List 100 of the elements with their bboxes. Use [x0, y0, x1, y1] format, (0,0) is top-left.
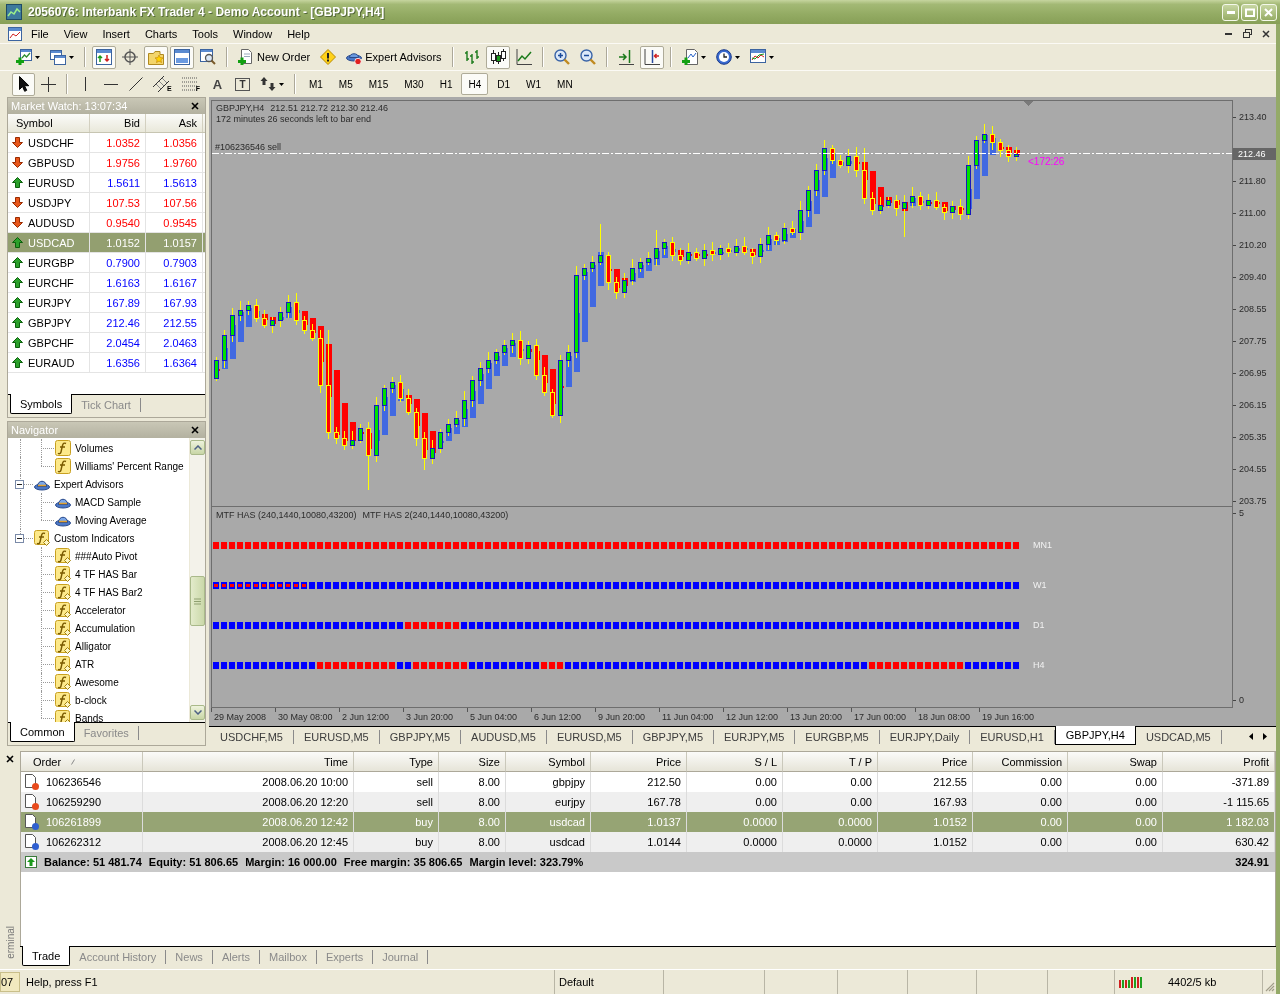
chart-tab[interactable]: EURUSD,M5: [546, 730, 633, 744]
chart-tab[interactable]: USDCAD,M5: [1135, 730, 1222, 744]
quote-row[interactable]: GBPJPY 212.46 212.55: [8, 313, 205, 333]
column-header[interactable]: Bid: [90, 114, 146, 132]
text-label-button[interactable]: T: [230, 72, 254, 96]
tree-item[interactable]: Moving Average: [75, 513, 147, 527]
chart-tab[interactable]: GBPJPY,H4: [1054, 726, 1136, 745]
chart-tab[interactable]: GBPJPY,M5: [379, 730, 462, 744]
tree-item[interactable]: 4 TF HAS Bar2: [75, 585, 143, 599]
column-header[interactable]: Order: [21, 752, 143, 772]
new-order-button[interactable]: New Order: [234, 45, 315, 69]
quote-row[interactable]: EURGBP 0.7900 0.7903: [8, 253, 205, 273]
column-header[interactable]: Commission: [973, 752, 1068, 772]
scroll-left-button[interactable]: [1246, 732, 1256, 741]
scroll-right-button[interactable]: [1260, 732, 1270, 741]
column-header[interactable]: Ask: [146, 114, 203, 132]
tree-item[interactable]: ###Auto Pivot: [75, 549, 138, 563]
column-header[interactable]: Symbol: [8, 114, 90, 132]
tree-item[interactable]: Expert Advisors: [54, 477, 124, 491]
scroll-down-button[interactable]: [190, 705, 205, 720]
timeframe-button[interactable]: H4: [461, 73, 489, 95]
panel-tab[interactable]: Symbols: [10, 394, 73, 414]
tree-item[interactable]: Volumes: [75, 441, 114, 455]
menu-item[interactable]: Window: [227, 25, 279, 42]
tree-item[interactable]: Awesome: [75, 675, 119, 689]
tree-item[interactable]: Accumulation: [75, 621, 136, 635]
column-header[interactable]: Price: [591, 752, 687, 772]
column-header[interactable]: Size: [439, 752, 506, 772]
auto-scroll-button[interactable]: [639, 45, 664, 69]
terminal-button[interactable]: [170, 45, 194, 69]
up-arrow-icon: [12, 237, 23, 248]
quote-row[interactable]: GBPUSD 1.9756 1.9760: [8, 153, 205, 173]
timeframe-button[interactable]: M5: [331, 73, 360, 95]
scrollbar[interactable]: [189, 438, 205, 722]
close-button[interactable]: [4, 753, 16, 765]
timeframe-label: MN1: [1033, 540, 1052, 550]
tree-item[interactable]: Accelerator: [75, 603, 126, 617]
tree-item[interactable]: Custom Indicators: [54, 531, 135, 545]
chart-tab[interactable]: EURJPY,M5: [714, 730, 796, 744]
quote-row[interactable]: EURCHF 1.6163 1.6167: [8, 273, 205, 293]
quote-row[interactable]: USDJPY 107.53 107.56: [8, 193, 205, 213]
cursor-button[interactable]: [12, 72, 35, 96]
timeframe-button[interactable]: M1: [301, 73, 330, 95]
column-header[interactable]: Symbol: [506, 752, 591, 772]
tree-item[interactable]: Williams' Percent Range: [75, 459, 184, 473]
tree-item[interactable]: Alligator: [75, 639, 112, 653]
timeframe-button[interactable]: H1: [432, 73, 460, 95]
quote-row[interactable]: USDCHF 1.0352 1.0356: [8, 133, 205, 153]
up-arrow-icon: [12, 177, 23, 188]
tree-item[interactable]: b-clock: [75, 693, 107, 707]
timeframe-button[interactable]: M30: [397, 73, 431, 95]
chart-tab[interactable]: EURJPY,Daily: [879, 730, 971, 744]
text-button[interactable]: A: [205, 72, 229, 96]
quote-row[interactable]: EURJPY 167.89 167.93: [8, 293, 205, 313]
panel-tab[interactable]: Common: [10, 722, 75, 742]
column-header[interactable]: Time: [143, 752, 354, 772]
tree-item[interactable]: MACD Sample: [75, 495, 142, 509]
indicator-title: MTF HAS (240,1440,10080,43200): [216, 510, 357, 521]
menu-item[interactable]: Insert: [96, 25, 136, 42]
menu-item[interactable]: Help: [281, 25, 316, 42]
chart-tab[interactable]: USDCHF,M5: [210, 730, 294, 744]
close-button[interactable]: [189, 424, 201, 436]
table-row[interactable]: 106262312 2008.06.20 12:45 buy 8.00 usdcad 1.0144 0.0000 0.0000 1.0152 0.00 0.00 630.42: [21, 832, 1275, 852]
candlestick-button[interactable]: [485, 45, 510, 69]
column-header[interactable]: Type: [354, 752, 439, 772]
column-header[interactable]: T / P: [783, 752, 878, 772]
expert-advisors-button[interactable]: Expert Advisors: [342, 45, 446, 69]
quote-row[interactable]: GBPCHF 2.0454 2.0463: [8, 333, 205, 353]
side-title: erminal: [4, 926, 16, 959]
menu-item[interactable]: Tools: [186, 25, 224, 42]
scrollbar-thumb[interactable]: [190, 576, 205, 626]
chart-tab[interactable]: EURUSD,M5: [293, 730, 380, 744]
timeframe-button[interactable]: M15: [361, 73, 396, 95]
timeframe-button[interactable]: W1: [519, 73, 549, 95]
column-header[interactable]: Swap: [1068, 752, 1163, 772]
quote-row[interactable]: EURUSD 1.5611 1.5613: [8, 173, 205, 193]
ask-price: 1.6167: [146, 273, 203, 292]
column-header[interactable]: Profit: [1163, 752, 1275, 772]
quote-row[interactable]: AUDUSD 0.9540 0.9545: [8, 213, 205, 233]
tree-item[interactable]: 4 TF HAS Bar: [75, 567, 138, 581]
chart-tab[interactable]: EURGBP,M5: [795, 730, 880, 744]
market-watch-button[interactable]: [92, 45, 116, 69]
timeframe-label: W1: [1033, 580, 1047, 590]
timeframe-button[interactable]: MN: [550, 73, 580, 95]
menu-item[interactable]: Charts: [138, 25, 184, 42]
table-row[interactable]: 106259290 2008.06.20 12:20 sell 8.00 eurjpy 167.78 0.00 0.00 167.93 0.00 0.00 -1 115.65: [21, 792, 1275, 812]
quote-row[interactable]: EURAUD 1.6356 1.6364: [8, 353, 205, 373]
tree-item[interactable]: Bands: [75, 711, 104, 722]
tree-item[interactable]: ATR: [75, 657, 95, 671]
scroll-up-button[interactable]: [190, 440, 205, 455]
chart-tab[interactable]: GBPJPY,M5: [632, 730, 714, 744]
column-header[interactable]: Price: [878, 752, 973, 772]
column-header[interactable]: S / L: [687, 752, 783, 772]
timeframe-button[interactable]: D1: [490, 73, 518, 95]
menu-item[interactable]: File: [25, 25, 55, 42]
chart-tab[interactable]: EURUSD,H1: [970, 730, 1055, 744]
chart-tab[interactable]: AUDUSD,M5: [461, 730, 547, 744]
close-button[interactable]: [189, 100, 201, 112]
panel-tab[interactable]: Trade: [22, 946, 71, 966]
menu-item[interactable]: View: [57, 25, 94, 42]
